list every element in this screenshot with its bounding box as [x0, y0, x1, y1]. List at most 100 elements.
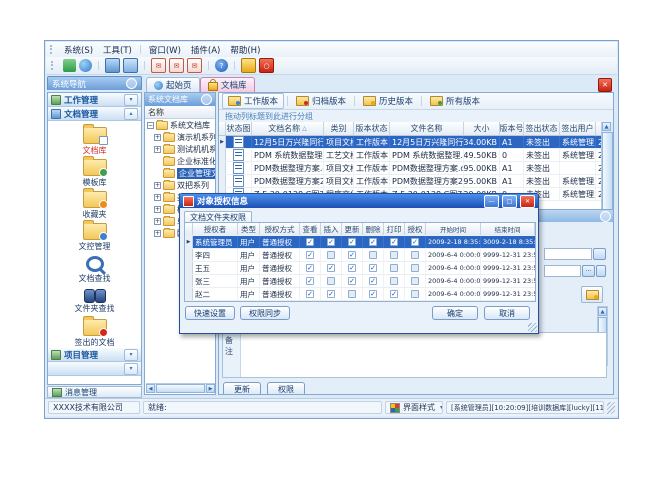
- expand-icon[interactable]: [154, 146, 161, 153]
- open-folder-button[interactable]: [581, 286, 603, 303]
- history-version-button[interactable]: 历史版本: [358, 94, 418, 108]
- small-button[interactable]: [596, 265, 606, 277]
- authorize-checkbox[interactable]: [411, 251, 419, 259]
- menu-window[interactable]: 窗口(W): [144, 43, 186, 57]
- column-category[interactable]: 类别: [324, 122, 354, 135]
- ellipsis-button[interactable]: [582, 265, 595, 277]
- tree-node-selected[interactable]: 企业管理文件: [145, 167, 215, 179]
- insert-checkbox[interactable]: [327, 238, 335, 246]
- scroll-up-icon[interactable]: ▲: [598, 307, 607, 316]
- tree-node[interactable]: 演示机系列: [145, 131, 215, 143]
- expand-icon[interactable]: [154, 218, 161, 225]
- table-row[interactable]: 王五 用户 普通授权 2009-6-4 0:00:00 9999-12-31 2…: [185, 262, 535, 275]
- sidebar-item-favorites[interactable]: 收藏夹: [48, 188, 141, 220]
- scroll-right-icon[interactable]: ▶: [206, 384, 215, 393]
- delete-checkbox[interactable]: [369, 251, 377, 259]
- column-auth-mode[interactable]: 授权方式: [260, 223, 300, 235]
- expand-icon[interactable]: [154, 182, 161, 189]
- update-checkbox[interactable]: [348, 264, 356, 272]
- insert-checkbox[interactable]: [327, 251, 335, 259]
- sidebar-item-doc-search[interactable]: 文档查找: [48, 252, 141, 284]
- section-project-management[interactable]: 项目管理: [48, 348, 141, 362]
- maximize-icon[interactable]: [502, 195, 517, 208]
- column-grantee[interactable]: 授权者: [193, 223, 238, 235]
- pin-icon[interactable]: [201, 94, 212, 105]
- delete-checkbox[interactable]: [369, 290, 377, 298]
- expand-icon[interactable]: [154, 230, 161, 237]
- insert-checkbox[interactable]: [327, 277, 335, 285]
- chevron-down-icon[interactable]: [124, 349, 138, 361]
- table-row[interactable]: 系统管理员 用户 普通授权 2009-2-18 8:35:57 3009-2-1…: [185, 236, 535, 249]
- close-icon[interactable]: [520, 195, 535, 208]
- minimize-icon[interactable]: [484, 195, 499, 208]
- sidebar-item-doc-control[interactable]: 文控管理: [48, 220, 141, 252]
- horizontal-scrollbar[interactable]: ◀ ▶: [146, 383, 215, 393]
- update-checkbox[interactable]: [348, 238, 356, 246]
- mail-send-icon[interactable]: ✉: [169, 58, 184, 73]
- detail-field[interactable]: [544, 265, 581, 277]
- toolbar-grip[interactable]: [50, 45, 55, 54]
- tab-startpage[interactable]: 起始页: [146, 77, 200, 92]
- tree-node[interactable]: 测试机机系列: [145, 143, 215, 155]
- column-status-icon[interactable]: 状态图: [226, 122, 252, 135]
- folder-icon[interactable]: [105, 58, 120, 73]
- column-type[interactable]: 类型: [238, 223, 260, 235]
- detail-field[interactable]: [544, 248, 592, 260]
- view-checkbox[interactable]: [306, 264, 314, 272]
- quick-setup-button[interactable]: 快速设置: [185, 306, 235, 320]
- print-checkbox[interactable]: [390, 238, 398, 246]
- view-checkbox[interactable]: [306, 238, 314, 246]
- update-checkbox[interactable]: [348, 277, 356, 285]
- expand-icon[interactable]: [154, 134, 161, 141]
- menu-help[interactable]: 帮助(H): [225, 43, 265, 57]
- all-versions-button[interactable]: 所有版本: [425, 94, 485, 108]
- collapse-icon[interactable]: [147, 122, 154, 129]
- column-print[interactable]: 打印: [384, 223, 405, 235]
- column-authorize[interactable]: 授权: [405, 223, 426, 235]
- update-button[interactable]: 更新: [223, 382, 261, 395]
- update-checkbox[interactable]: [348, 251, 356, 259]
- column-end-time[interactable]: 结束时间: [481, 223, 535, 235]
- delete-checkbox[interactable]: [369, 238, 377, 246]
- resize-grip[interactable]: [607, 402, 615, 414]
- table-row[interactable]: PDM 系统数据整理检... 工艺文档 工作版本 PDM 系统数据整理... 4…: [219, 149, 604, 162]
- view-checkbox[interactable]: [306, 290, 314, 298]
- column-checkout-status[interactable]: 签出状态: [524, 122, 560, 135]
- sidebar-item-doc-library[interactable]: 文档库: [48, 124, 141, 156]
- permission-sync-button[interactable]: 权限同步: [240, 306, 290, 320]
- sidebar-item-folder-search[interactable]: 文件夹查找: [48, 284, 141, 316]
- scroll-left-icon[interactable]: ◀: [146, 384, 155, 393]
- delete-checkbox[interactable]: [369, 264, 377, 272]
- column-checkout-user[interactable]: 签出用户: [560, 122, 596, 135]
- globe-icon[interactable]: [79, 59, 92, 72]
- close-tab-icon[interactable]: [598, 78, 612, 92]
- resize-grip[interactable]: [528, 323, 537, 332]
- table-row[interactable]: 李四 用户 普通授权 2009-6-4 0:00:00 9999-12-31 2…: [185, 249, 535, 262]
- working-version-button[interactable]: 工作版本: [222, 93, 284, 109]
- column-view[interactable]: 查看: [300, 223, 321, 235]
- sidebar-item-checked-out-docs[interactable]: 签出的文档: [48, 316, 141, 348]
- tree-node[interactable]: 企业标准化文件: [145, 155, 215, 167]
- section-collapsed-bar[interactable]: [48, 362, 141, 376]
- expand-icon[interactable]: [154, 194, 161, 201]
- view-checkbox[interactable]: [306, 251, 314, 259]
- sidebar-item-template-library[interactable]: 模板库: [48, 156, 141, 188]
- authorize-checkbox[interactable]: [411, 277, 419, 285]
- folder-open-icon[interactable]: [123, 58, 138, 73]
- lock-icon[interactable]: [241, 58, 256, 73]
- scroll-up-icon[interactable]: ▲: [602, 122, 611, 131]
- mail-receive-icon[interactable]: ✉: [187, 58, 202, 73]
- authorize-checkbox[interactable]: [411, 290, 419, 298]
- permission-button[interactable]: 权限: [267, 382, 305, 395]
- remark-textarea[interactable]: [241, 333, 606, 377]
- column-size[interactable]: 大小: [464, 122, 500, 135]
- tab-doclibrary[interactable]: 文档库: [200, 77, 255, 92]
- column-doc-name[interactable]: 文档名称: [252, 122, 324, 135]
- column-insert[interactable]: 插入: [321, 223, 342, 235]
- scroll-thumb[interactable]: [156, 384, 205, 393]
- table-row[interactable]: 张三 用户 普通授权 2009-6-4 0:00:00 9999-12-31 2…: [185, 275, 535, 288]
- column-start-time[interactable]: 开始时间: [426, 223, 481, 235]
- menu-tools[interactable]: 工具(T): [98, 43, 137, 57]
- chevron-down-icon[interactable]: [124, 363, 138, 375]
- pin-icon[interactable]: [600, 211, 611, 222]
